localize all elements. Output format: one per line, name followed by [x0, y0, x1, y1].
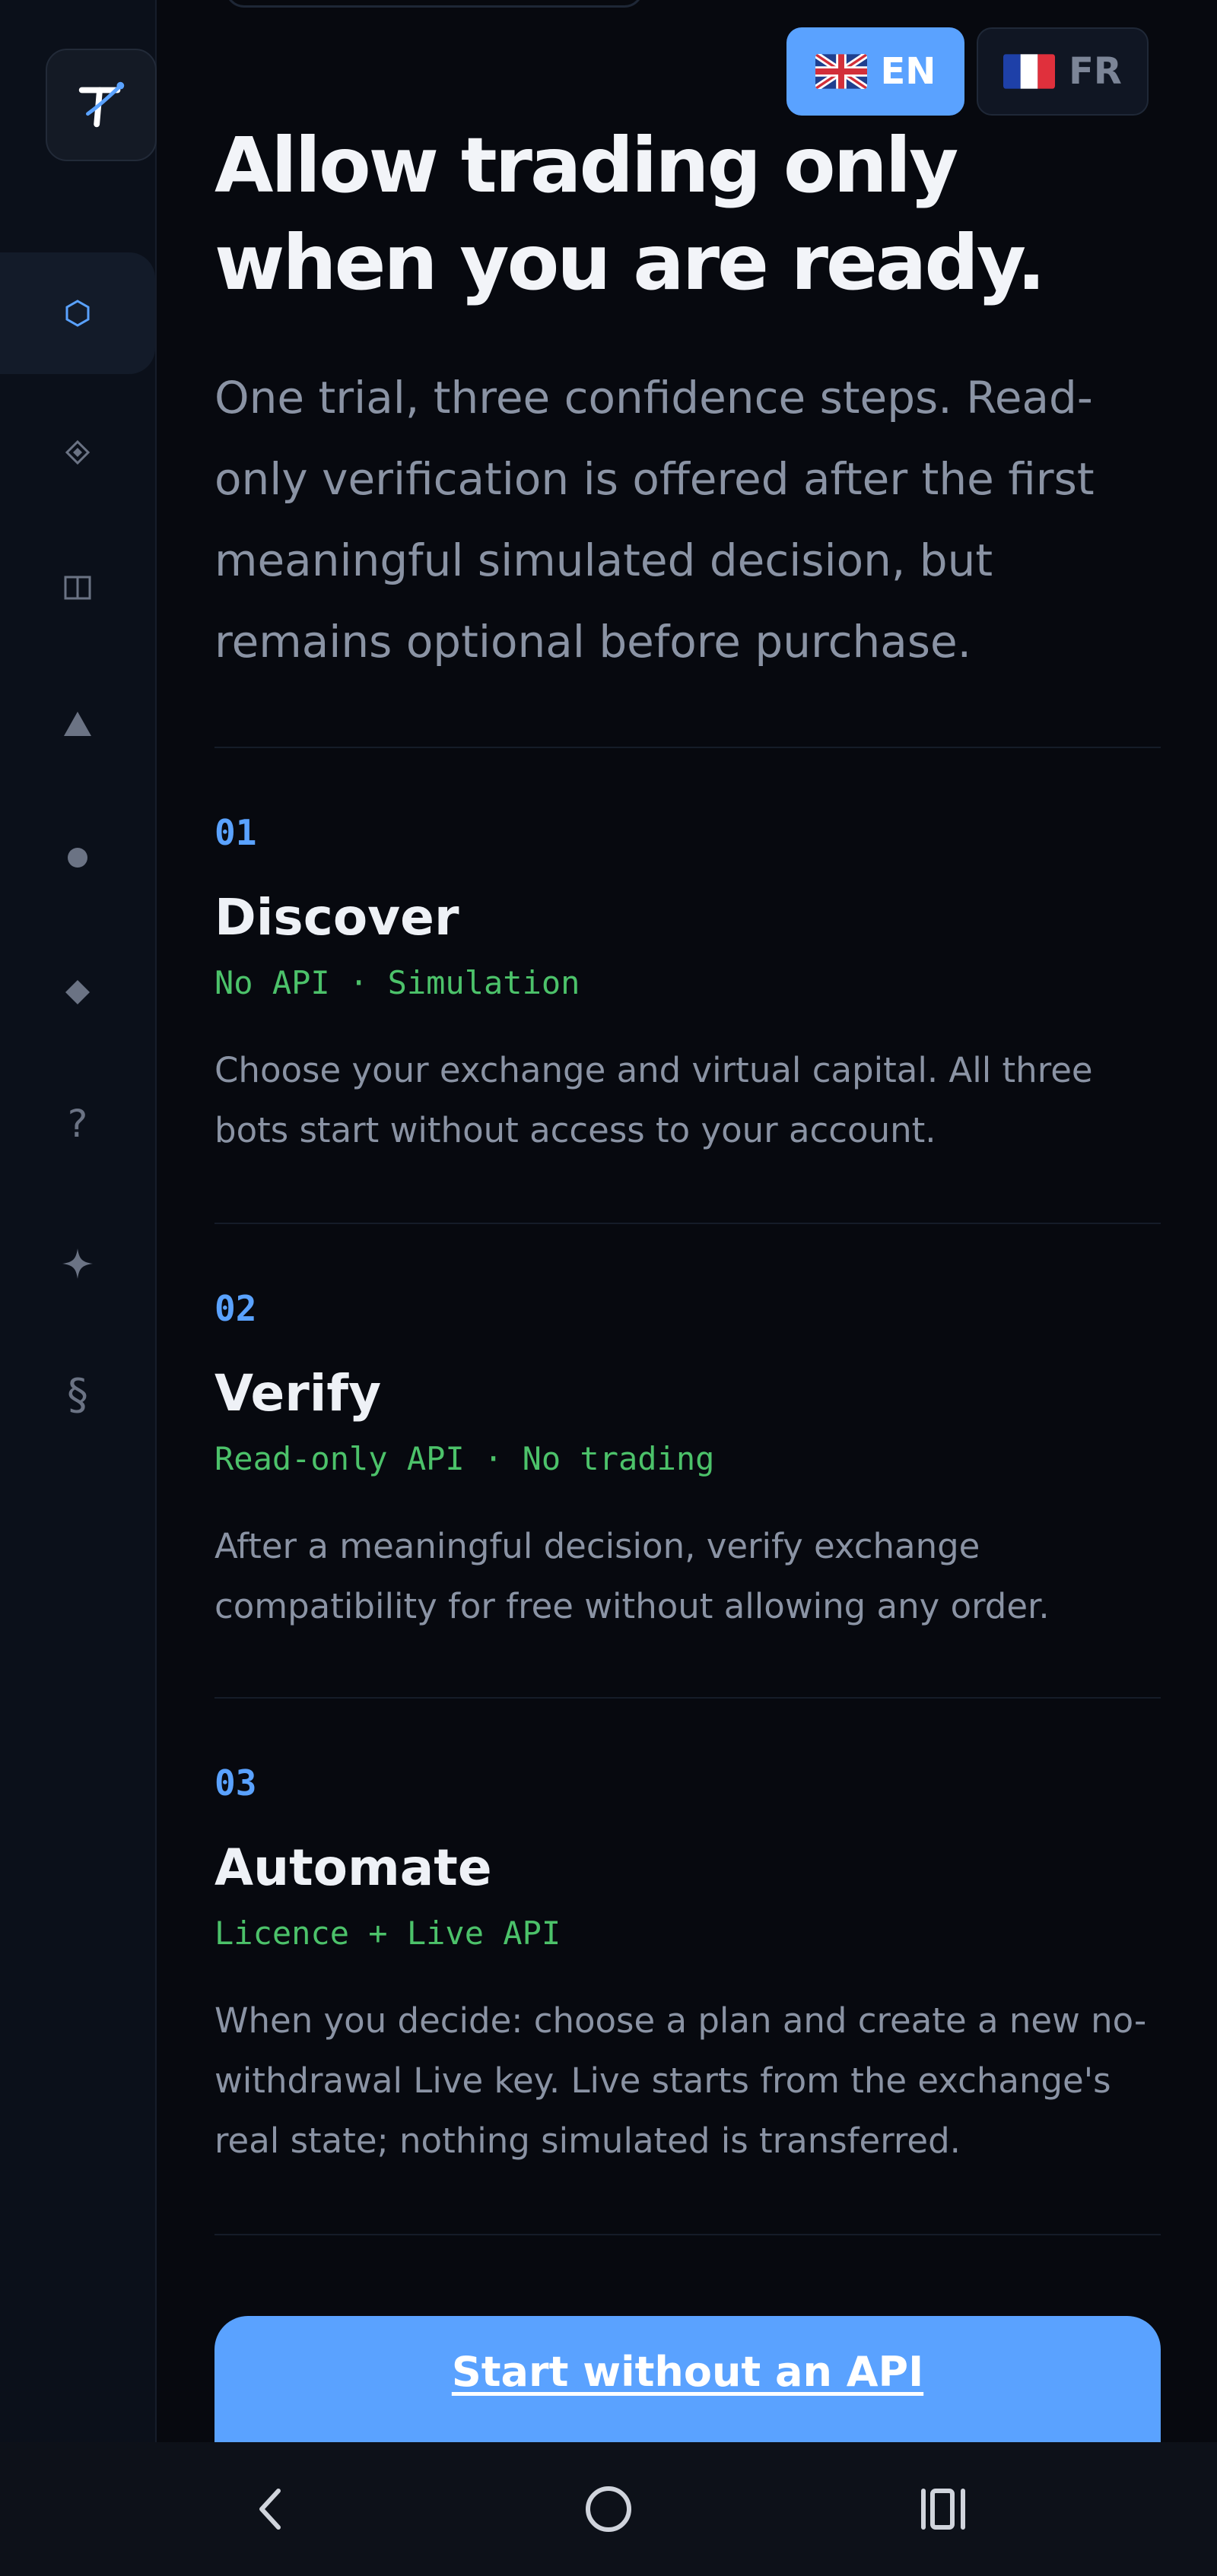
step-3-tag: Licence + Live API: [214, 1915, 561, 1952]
step-divider: [214, 1697, 1161, 1699]
sidebar-item-plans[interactable]: [0, 931, 155, 1053]
hexagon-icon: [65, 300, 90, 327]
sidebar-item-performance[interactable]: [0, 663, 155, 785]
step-1-tag: No API · Simulation: [214, 964, 580, 1001]
uk-flag-icon: [815, 54, 867, 89]
sparkle-icon: [62, 1248, 93, 1279]
sidebar-item-status[interactable]: [0, 797, 155, 918]
language-en-label: EN: [880, 50, 936, 93]
question-icon: ?: [67, 1102, 88, 1146]
step-1-description: Choose your exchange and virtual capital…: [214, 1050, 1093, 1150]
back-button[interactable]: [240, 2477, 304, 2541]
start-without-api-button[interactable]: Start without an API: [214, 2316, 1161, 2453]
sidebar-item-faq[interactable]: ?: [0, 1063, 155, 1185]
step-2-number: 02: [214, 1288, 257, 1329]
step-3-number: 03: [214, 1762, 257, 1804]
home-circle-icon: [586, 2486, 631, 2532]
sidebar-item-bots[interactable]: [0, 392, 155, 513]
app-logo[interactable]: [46, 49, 157, 161]
language-en-button[interactable]: EN: [786, 27, 964, 116]
home-button[interactable]: [577, 2477, 640, 2541]
diamond-icon: [65, 980, 90, 1004]
step-3-description: When you decide: choose a plan and creat…: [214, 2000, 1147, 2161]
language-fr-button[interactable]: FR: [977, 27, 1149, 116]
recents-icon: [921, 2489, 965, 2530]
france-flag-icon: [1003, 54, 1056, 89]
top-pill-outline: [225, 0, 643, 8]
sidebar-item-compare[interactable]: [0, 527, 155, 649]
recents-button[interactable]: [911, 2477, 975, 2541]
page-subtitle: One trial, three confidence steps. Read-…: [214, 372, 1095, 668]
step-divider: [214, 1223, 1161, 1224]
step-3-title: Automate: [214, 1838, 492, 1897]
step-2-tag: Read-only API · No trading: [214, 1440, 715, 1477]
sidebar-item-overview[interactable]: [0, 252, 155, 374]
logo-t-icon: [78, 81, 125, 128]
step-divider: [214, 2234, 1161, 2235]
back-chevron-icon: [259, 2489, 281, 2530]
section-icon: §: [67, 1369, 88, 1420]
language-fr-label: FR: [1069, 50, 1122, 93]
circle-icon: [68, 848, 87, 868]
diamond-outline-icon: [65, 439, 91, 465]
step-1-title: Discover: [214, 888, 459, 947]
sidebar: ? §: [0, 0, 157, 2442]
triangle-icon: [64, 712, 91, 736]
section-divider: [214, 747, 1161, 748]
sidebar-item-features[interactable]: [0, 1203, 155, 1324]
step-1-number: 01: [214, 812, 257, 853]
sidebar-item-legal[interactable]: §: [0, 1334, 155, 1455]
step-2-title: Verify: [214, 1364, 382, 1423]
step-2-description: After a meaningful decision, verify exch…: [214, 1526, 1050, 1626]
columns-icon: [64, 576, 91, 600]
page-title: Allow trading only when you are ready.: [214, 121, 1046, 307]
system-navigation-bar: [0, 2442, 1217, 2576]
